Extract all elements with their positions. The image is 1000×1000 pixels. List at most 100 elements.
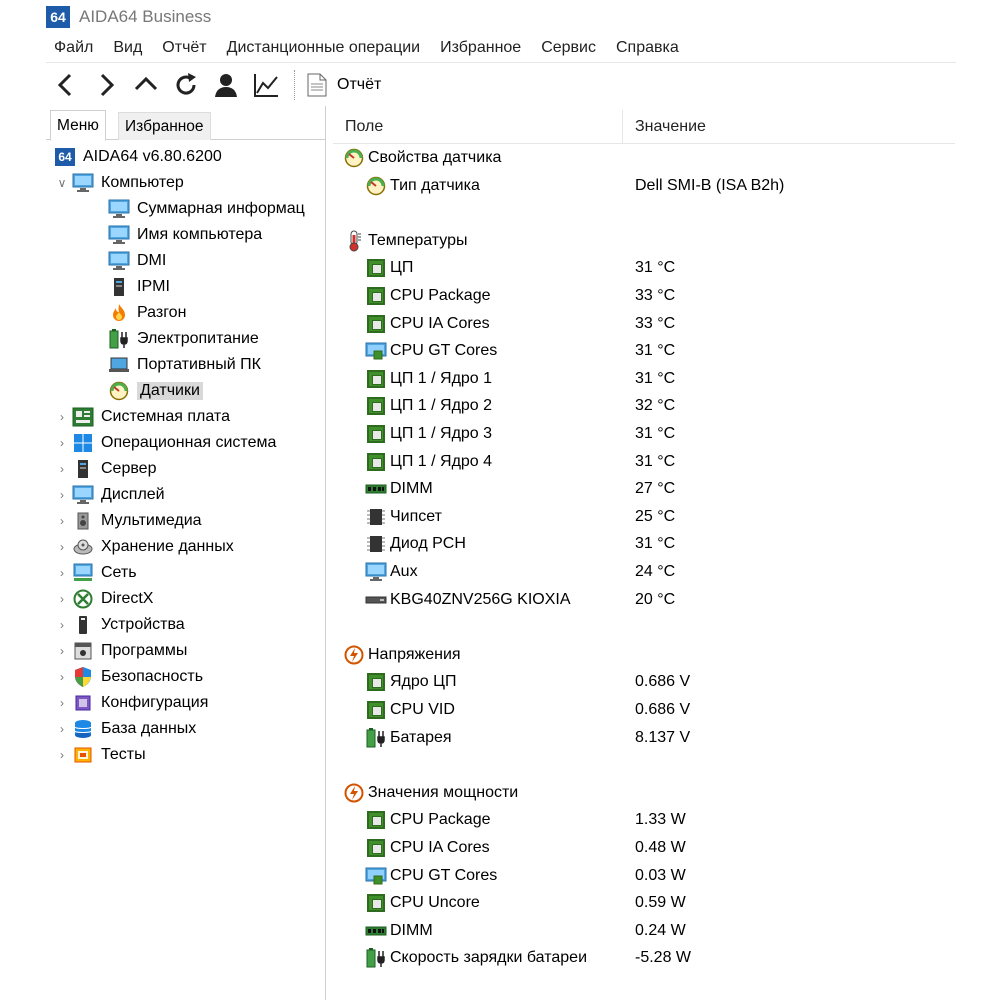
user-button[interactable] (206, 66, 246, 104)
forward-button[interactable] (86, 66, 126, 104)
table-row[interactable]: CPU Package 33 °C (333, 283, 955, 309)
table-row[interactable]: DIMM 27 °C (333, 476, 955, 502)
value-cell: 0.686 V (635, 701, 691, 718)
value-cell: 27 °C (635, 480, 676, 498)
tree-item-motherboard[interactable]: › Системная плата (56, 404, 230, 430)
table-row[interactable]: CPU IA Cores 33 °C (333, 311, 955, 337)
table-row[interactable]: Батарея 8.137 V (333, 725, 955, 751)
report-button[interactable]: Отчёт (307, 73, 381, 97)
table-row[interactable]: ЦП 1 / Ядро 1 31 °C (333, 366, 955, 392)
tree-item-portable[interactable]: Портативный ПК (108, 352, 261, 378)
chevron-right-icon[interactable]: › (56, 638, 68, 664)
table-row[interactable]: ЦП 1 / Ядро 2 32 °C (333, 393, 955, 419)
cpu-chip-icon (365, 395, 387, 417)
chevron-right-icon[interactable]: › (56, 716, 68, 742)
refresh-button[interactable] (166, 66, 206, 104)
section-header[interactable]: Температуры (333, 228, 955, 254)
section-header[interactable]: Значения мощности (333, 780, 955, 806)
forward-icon (100, 73, 115, 96)
table-row[interactable]: CPU VID 0.686 V (333, 697, 955, 723)
tree-item-display[interactable]: › Дисплей (56, 482, 165, 508)
tree-item-security[interactable]: › Безопасность (56, 664, 203, 690)
column-field[interactable]: Поле (345, 110, 623, 144)
chevron-right-icon[interactable]: › (56, 456, 68, 482)
dmi-icon (108, 251, 130, 271)
up-button[interactable] (126, 66, 166, 104)
tree-root[interactable]: 64 AIDA64 v6.80.6200 (54, 144, 222, 170)
table-row[interactable]: ЦП 1 / Ядро 3 31 °C (333, 421, 955, 447)
tree-item-overclock[interactable]: Разгон (108, 300, 186, 326)
tree-item-network[interactable]: › Сеть (56, 560, 137, 586)
table-row[interactable]: CPU Package 1.33 W (333, 807, 955, 833)
tree-item-power[interactable]: Электропитание (108, 326, 259, 352)
chevron-right-icon[interactable]: › (56, 482, 68, 508)
chevron-down-icon[interactable]: ∨ (56, 170, 68, 196)
tree-item-storage[interactable]: › Хранение данных (56, 534, 234, 560)
menu-file[interactable]: Файл (54, 39, 93, 57)
table-row[interactable]: DIMM 0.24 W (333, 918, 955, 944)
menu-service[interactable]: Сервис (541, 39, 596, 57)
value-cell: 20 °C (635, 590, 676, 608)
storage-icon (72, 537, 94, 557)
menu-favorites[interactable]: Избранное (440, 39, 521, 57)
sensor-icon (108, 381, 130, 401)
tree-item-os[interactable]: › Операционная система (56, 430, 276, 456)
table-row[interactable]: Aux 24 °C (333, 559, 955, 585)
table-row[interactable]: Скорость зарядки батареи -5.28 W (333, 945, 955, 971)
menu-remote[interactable]: Дистанционные операции (227, 39, 420, 57)
value-cell: 1.33 W (635, 811, 686, 829)
tree-item-multimedia[interactable]: › Мультимедиа (56, 508, 202, 534)
tree-item-config[interactable]: › Конфигурация (56, 690, 208, 716)
chevron-right-icon[interactable]: › (56, 508, 68, 534)
tree-item-summary[interactable]: Суммарная информац (108, 196, 305, 222)
table-row[interactable]: Тип датчика Dell SMI-B (ISA B2h) (333, 173, 955, 199)
tree-item-database[interactable]: › База данных (56, 716, 196, 742)
table-row[interactable]: CPU GT Cores 0.03 W (333, 863, 955, 889)
back-button[interactable] (46, 66, 86, 104)
tree-item-programs[interactable]: › Программы (56, 638, 187, 664)
table-row[interactable]: Чипсет 25 °C (333, 504, 955, 530)
tab-menu[interactable]: Меню (50, 110, 106, 141)
tree-item-label: Имя компьютера (137, 226, 263, 243)
table-row[interactable]: CPU IA Cores 0.48 W (333, 835, 955, 861)
table-row[interactable]: Диод PCH 31 °C (333, 531, 955, 557)
menu-help[interactable]: Справка (616, 39, 679, 57)
column-value[interactable]: Значение (635, 110, 706, 144)
tree-item-server[interactable]: › Сервер (56, 456, 156, 482)
field-label: ЦП 1 / Ядро 1 (390, 369, 493, 387)
tree-item-dmi[interactable]: DMI (108, 248, 166, 274)
tree-item-computer[interactable]: ∨ Компьютер (56, 170, 184, 196)
chevron-right-icon[interactable]: › (56, 534, 68, 560)
value-cell: 31 °C (635, 425, 676, 442)
tree-item-directx[interactable]: › DirectX (56, 586, 153, 612)
tree-item-devices[interactable]: › Устройства (56, 612, 185, 638)
menu-view[interactable]: Вид (113, 39, 142, 57)
tree-item-tests[interactable]: › Тесты (56, 742, 146, 768)
table-row[interactable]: ЦП 1 / Ядро 4 31 °C (333, 449, 955, 475)
table-row[interactable]: Ядро ЦП 0.686 V (333, 669, 955, 695)
chevron-right-icon[interactable]: › (56, 612, 68, 638)
chevron-right-icon[interactable]: › (56, 560, 68, 586)
table-row[interactable]: ЦП 31 °C (333, 255, 955, 281)
section-title: Температуры (368, 231, 468, 249)
chevron-right-icon[interactable]: › (56, 742, 68, 768)
chevron-right-icon[interactable]: › (56, 404, 68, 430)
tree-item-sensors[interactable]: Датчики (108, 378, 203, 404)
chart-button[interactable] (246, 66, 286, 104)
table-row[interactable]: CPU GT Cores 31 °C (333, 338, 955, 364)
tab-favorites[interactable]: Избранное (118, 112, 211, 140)
nav-tabs: Меню Избранное (46, 110, 325, 141)
tree-item-label: Тесты (101, 746, 146, 763)
chevron-right-icon[interactable]: › (56, 664, 68, 690)
chevron-right-icon[interactable]: › (56, 586, 68, 612)
chevron-right-icon[interactable]: › (56, 430, 68, 456)
tree-item-ipmi[interactable]: IPMI (108, 274, 170, 300)
table-row[interactable]: CPU Uncore 0.59 W (333, 890, 955, 916)
value-cell: 0.59 W (635, 894, 686, 912)
section-header[interactable]: Напряжения (333, 642, 955, 668)
chevron-right-icon[interactable]: › (56, 690, 68, 716)
tree-item-computer-name[interactable]: Имя компьютера (108, 222, 262, 248)
table-row[interactable]: KBG40ZNV256G KIOXIA 20 °C (333, 587, 955, 613)
menu-report[interactable]: Отчёт (162, 39, 206, 57)
section-header[interactable]: Свойства датчика (333, 145, 955, 171)
